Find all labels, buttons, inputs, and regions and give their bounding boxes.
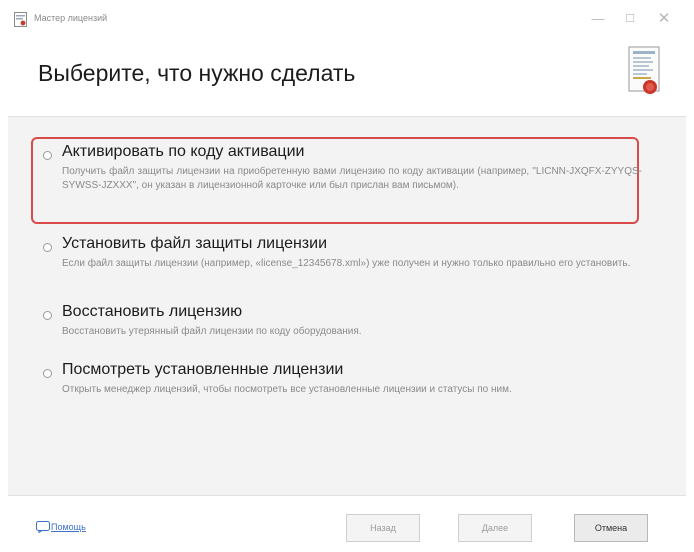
radio-restore-license[interactable] <box>43 311 52 320</box>
option-title: Посмотреть установленные лицензии <box>62 361 344 378</box>
close-button[interactable]: ✕ <box>650 9 678 29</box>
option-description: Получить файл защиты лицензии на приобре… <box>62 166 642 191</box>
option-description: Если файл защиты лицензии (например, «li… <box>62 258 631 269</box>
maximize-button[interactable]: ☐ <box>616 9 644 29</box>
minimize-button[interactable]: — <box>584 9 612 29</box>
cancel-button[interactable]: Отмена <box>574 514 648 542</box>
option-description: Открыть менеджер лицензий, чтобы посмотр… <box>62 384 512 395</box>
radio-install-license-file[interactable] <box>43 243 52 252</box>
window-title: Мастер лицензий <box>34 13 108 23</box>
option-title: Установить файл защиты лицензии <box>62 235 328 252</box>
wizard-footer: Помощь Назад Далее Отмена <box>0 496 694 552</box>
options-panel: Активировать по коду активации Получить … <box>8 116 686 496</box>
help-link[interactable]: Помощь <box>51 522 86 532</box>
radio-view-installed-licenses[interactable] <box>43 369 52 378</box>
app-window-icon <box>14 12 27 27</box>
option-title: Восстановить лицензию <box>62 303 243 320</box>
page-title: Выберите, что нужно сделать <box>38 60 356 86</box>
wizard-header: Выберите, что нужно сделать <box>0 40 694 116</box>
license-certificate-icon <box>628 46 660 94</box>
title-bar: Мастер лицензий — ☐ ✕ <box>0 0 694 40</box>
help-chat-icon <box>36 521 50 533</box>
radio-activate-by-code[interactable] <box>43 151 52 160</box>
back-button[interactable]: Назад <box>346 514 420 542</box>
option-title: Активировать по коду активации <box>62 143 305 160</box>
option-description: Восстановить утерянный файл лицензии по … <box>62 326 362 337</box>
next-button[interactable]: Далее <box>458 514 532 542</box>
